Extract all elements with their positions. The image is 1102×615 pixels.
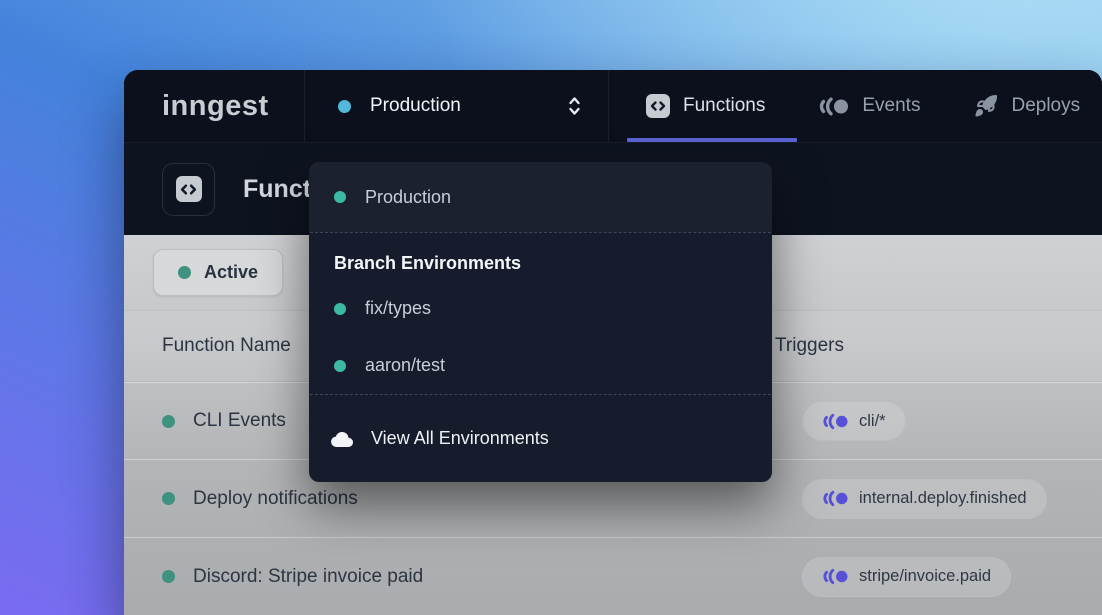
function-name: Deploy notifications: [193, 488, 358, 510]
tab-functions[interactable]: Functions: [646, 94, 765, 118]
dropdown-item-label: fix/types: [365, 298, 431, 319]
function-status-dot: [162, 492, 175, 505]
dropdown-divider: [310, 232, 771, 233]
triggers-header-label: Triggers: [775, 335, 844, 357]
trigger-badge-label: stripe/invoice.paid: [859, 567, 991, 586]
chevron-up-down-icon: [565, 95, 584, 117]
dropdown-item-label: Production: [365, 187, 451, 208]
environment-selector[interactable]: Production: [305, 70, 608, 142]
tab-functions-label: Functions: [683, 95, 765, 117]
dropdown-item-branch[interactable]: aaron/test: [309, 337, 772, 394]
function-name: Discord: Stripe invoice paid: [193, 566, 423, 588]
function-status-dot: [162, 570, 175, 583]
dropdown-item-label: View All Environments: [371, 428, 549, 449]
environment-status-dot: [334, 360, 346, 372]
function-name: CLI Events: [193, 410, 286, 432]
status-filter-button[interactable]: Active: [153, 249, 283, 296]
dropdown-item-branch[interactable]: fix/types: [309, 280, 772, 337]
event-stream-icon: [822, 490, 849, 507]
rocket-icon: [974, 94, 998, 118]
tab-events[interactable]: Events: [819, 95, 920, 117]
active-status-dot: [178, 266, 191, 279]
code-icon: [176, 176, 202, 202]
environment-status-dot: [338, 100, 351, 113]
environment-selector-label: Production: [370, 95, 546, 117]
nav-tabs: Functions Events: [609, 70, 1080, 142]
tab-deploys[interactable]: Deploys: [974, 94, 1080, 118]
trigger-badge-label: internal.deploy.finished: [859, 489, 1027, 508]
dropdown-item-label: aaron/test: [365, 355, 445, 376]
dropdown-item-production[interactable]: Production: [309, 162, 772, 232]
function-name-header-label: Function Name: [162, 335, 291, 357]
environment-dropdown-menu: Production Branch Environments fix/types…: [309, 162, 772, 482]
dropdown-item-view-all-environments[interactable]: View All Environments: [309, 395, 772, 482]
status-filter-label: Active: [204, 262, 258, 283]
code-icon: [646, 94, 670, 118]
table-row[interactable]: Discord: Stripe invoice paid stripe/invo…: [124, 537, 1102, 615]
inngest-logo: inngest: [162, 90, 269, 123]
event-stream-icon: [822, 568, 849, 585]
tab-events-label: Events: [862, 95, 920, 117]
top-nav: inngest Production: [124, 70, 1102, 143]
trigger-badge: stripe/invoice.paid: [802, 557, 1011, 597]
branch-environments-heading: Branch Environments: [334, 253, 772, 274]
function-status-dot: [162, 415, 175, 428]
trigger-badge-label: cli/*: [859, 412, 886, 431]
tab-deploys-label: Deploys: [1011, 95, 1080, 117]
event-stream-icon: [822, 413, 849, 430]
cloud-icon: [330, 430, 354, 448]
environment-status-dot: [334, 303, 346, 315]
inngest-app-window: inngest Production: [124, 70, 1102, 615]
event-stream-icon: [819, 97, 849, 116]
trigger-badge: cli/*: [802, 401, 906, 441]
page-icon-button[interactable]: [162, 163, 215, 216]
logo-container: inngest: [124, 70, 304, 142]
active-tab-underline: [627, 138, 797, 142]
desktop-background: inngest Production: [0, 0, 1102, 615]
column-header-triggers: Triggers: [775, 335, 1102, 357]
trigger-badge: internal.deploy.finished: [802, 479, 1047, 519]
environment-status-dot: [334, 191, 346, 203]
